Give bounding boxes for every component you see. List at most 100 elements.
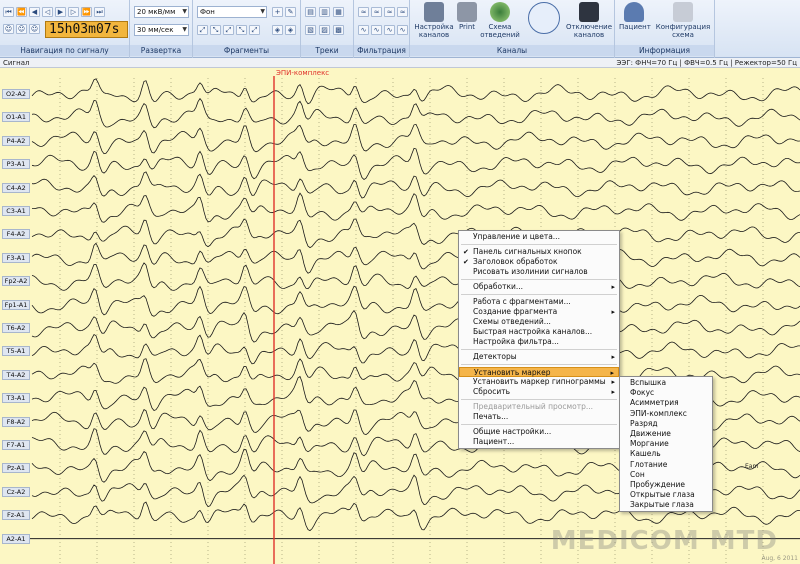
channel-label[interactable]: T3-A1 [2, 393, 30, 404]
context-menu-item[interactable]: Печать... [459, 412, 619, 422]
channel-label[interactable]: Cz-A2 [2, 486, 30, 497]
channel-label[interactable]: T6-A2 [2, 323, 30, 333]
channel-label[interactable]: T5-A1 [2, 346, 30, 357]
marker-submenu-item[interactable]: Сон [620, 470, 712, 480]
marker-submenu-item[interactable]: ЭПИ-комплекс [620, 409, 712, 419]
channel-label[interactable]: Fz-A1 [2, 510, 30, 521]
marker-submenu-item[interactable]: Движение [620, 429, 712, 439]
channel-label[interactable]: F3-A1 [2, 252, 30, 263]
montage-scheme-button[interactable]: Схема отведений [480, 2, 520, 39]
context-menu-item[interactable]: Обработки... [459, 282, 619, 292]
filter-tool-2[interactable]: ≈ [371, 7, 382, 17]
marker-submenu-item[interactable]: Вспышка [620, 378, 712, 388]
context-menu-item[interactable]: Быстрая настройка каналов... [459, 327, 619, 337]
context-menu-item[interactable]: Настройка фильтра... [459, 337, 619, 347]
marker-submenu-item[interactable]: Кашель [620, 449, 712, 459]
filter-tool-3[interactable]: ≈ [384, 7, 395, 17]
filter-tool-7[interactable]: ∿ [384, 25, 395, 35]
context-menu-item[interactable]: Общие настройки... [459, 427, 619, 437]
context-menu-item[interactable]: Сбросить [459, 387, 619, 397]
fragment-tool-6[interactable]: ◈ [272, 25, 283, 35]
filter-tool-4[interactable]: ≈ [397, 7, 408, 17]
fast-forward-button[interactable]: ⏩ [81, 7, 92, 17]
context-menu-item[interactable]: Схемы отведений... [459, 317, 619, 327]
fragment-tool-1[interactable]: ⤢ [197, 25, 208, 35]
channel-label[interactable]: O1-A1 [2, 112, 30, 123]
channel-label[interactable]: T4-A2 [2, 369, 30, 380]
channel-label[interactable]: C3-A1 [2, 206, 30, 216]
track-remove-button[interactable]: ▥ [319, 7, 330, 17]
context-menu-item[interactable]: Заголовок обработок [459, 257, 619, 267]
context-menu-item[interactable]: Пациент... [459, 437, 619, 447]
electrode-map-button[interactable] [526, 2, 562, 35]
last-page-button[interactable]: ⏭ [94, 7, 105, 17]
filter-settings: ЭЭГ: ФНЧ=70 Гц | ФВЧ=0.5 Гц | Режектор=5… [616, 59, 797, 67]
fragment-tool-5[interactable]: ⤢ [249, 25, 260, 35]
channel-label[interactable]: F7-A1 [2, 440, 30, 450]
user-icon-3[interactable]: ☺ [29, 24, 40, 34]
channel-label[interactable]: F8-A2 [2, 416, 30, 427]
context-menu-item[interactable]: Установить маркер [459, 367, 619, 378]
disconnect-channels-button[interactable]: Отключение каналов [565, 2, 613, 39]
eeg-trace [31, 78, 800, 105]
channel-label[interactable]: C4-A2 [2, 182, 30, 193]
context-menu-item[interactable]: Работа с фрагментами... [459, 297, 619, 307]
marker-submenu-item[interactable]: Закрытые глаза [620, 500, 712, 510]
eeg-trace [31, 285, 800, 317]
channel-label[interactable]: P4-A2 [2, 135, 30, 146]
context-menu-item[interactable]: Панель сигнальных кнопок [459, 247, 619, 257]
channel-label[interactable]: Pz-A1 [2, 463, 30, 474]
context-menu-item[interactable]: Детекторы [459, 352, 619, 362]
menu-separator [461, 364, 617, 365]
fragment-tool-4[interactable]: ⤡ [236, 25, 247, 35]
user-icon-1[interactable]: ☺ [3, 24, 14, 34]
channel-label[interactable]: Fp1-A1 [2, 299, 30, 310]
marker-submenu-item[interactable]: Пробуждение [620, 480, 712, 490]
context-menu-item[interactable]: Управление и цвета... [459, 232, 619, 242]
filter-tool-5[interactable]: ∿ [358, 25, 369, 35]
first-page-button[interactable]: ⏮ [3, 7, 14, 17]
step-back-button[interactable]: ◁ [42, 7, 53, 17]
track-tool-5[interactable]: ▨ [319, 25, 330, 35]
channel-label[interactable]: P3-A1 [2, 159, 30, 170]
channel-label[interactable]: F4-A2 [2, 229, 30, 240]
channel-label[interactable]: O2-A2 [2, 89, 30, 99]
sensitivity-select[interactable]: 20 мкВ/мм ▼ [134, 6, 189, 18]
marker-submenu-item[interactable]: Глотание [620, 460, 712, 470]
track-add-button[interactable]: ▤ [305, 7, 316, 17]
menu-separator [461, 279, 617, 280]
filter-tool-8[interactable]: ∿ [397, 25, 408, 35]
context-menu-item[interactable]: Рисовать изолинии сигналов [459, 267, 619, 277]
channel-label[interactable]: A2-A1 [2, 533, 30, 544]
speed-select[interactable]: 30 мм/сек ▼ [134, 24, 189, 36]
marker-submenu-item[interactable]: Моргание [620, 439, 712, 449]
filter-tool-6[interactable]: ∿ [371, 25, 382, 35]
fragment-tool-7[interactable]: ◈ [285, 25, 296, 35]
track-tool-6[interactable]: ▩ [333, 25, 344, 35]
context-menu-item[interactable]: Создание фрагмента [459, 307, 619, 317]
print-button[interactable]: Print [456, 2, 478, 31]
config-scheme-button[interactable]: Конфигурация схема [653, 2, 713, 39]
step-forward-button[interactable]: ▷ [68, 7, 79, 17]
filter-tool-1[interactable]: ≈ [358, 7, 369, 17]
channel-label[interactable]: Fp2-A2 [2, 276, 30, 287]
play-button[interactable]: ▶ [55, 7, 66, 17]
marker-submenu-item[interactable]: Асимметрия [620, 398, 712, 408]
track-tool-3[interactable]: ▦ [333, 7, 344, 17]
fragment-tool-2[interactable]: ⤡ [210, 25, 221, 35]
fragment-select[interactable]: Фон ▼ [197, 6, 267, 18]
prev-page-button[interactable]: ◀ [29, 7, 40, 17]
track-tool-4[interactable]: ▧ [305, 25, 316, 35]
fragment-tool-3[interactable]: ⤢ [223, 25, 234, 35]
patient-button[interactable]: Пациент [619, 2, 651, 31]
fragment-add-button[interactable]: + [272, 7, 283, 17]
marker-submenu-item[interactable]: Разряд [620, 419, 712, 429]
marker-submenu-item[interactable]: Фокус [620, 388, 712, 398]
fast-back-button[interactable]: ⏪ [16, 7, 27, 17]
marker-submenu-item[interactable]: Открытые глаза [620, 490, 712, 500]
context-menu-item[interactable]: Установить маркер гипнограммы [459, 377, 619, 387]
channel-settings-button[interactable]: Настройка каналов [414, 2, 454, 39]
fragment-edit-button[interactable]: ✎ [285, 7, 296, 17]
user-icon-2[interactable]: ☺ [16, 24, 27, 34]
information-group: Пациент Конфигурация схема Информация [615, 0, 715, 58]
